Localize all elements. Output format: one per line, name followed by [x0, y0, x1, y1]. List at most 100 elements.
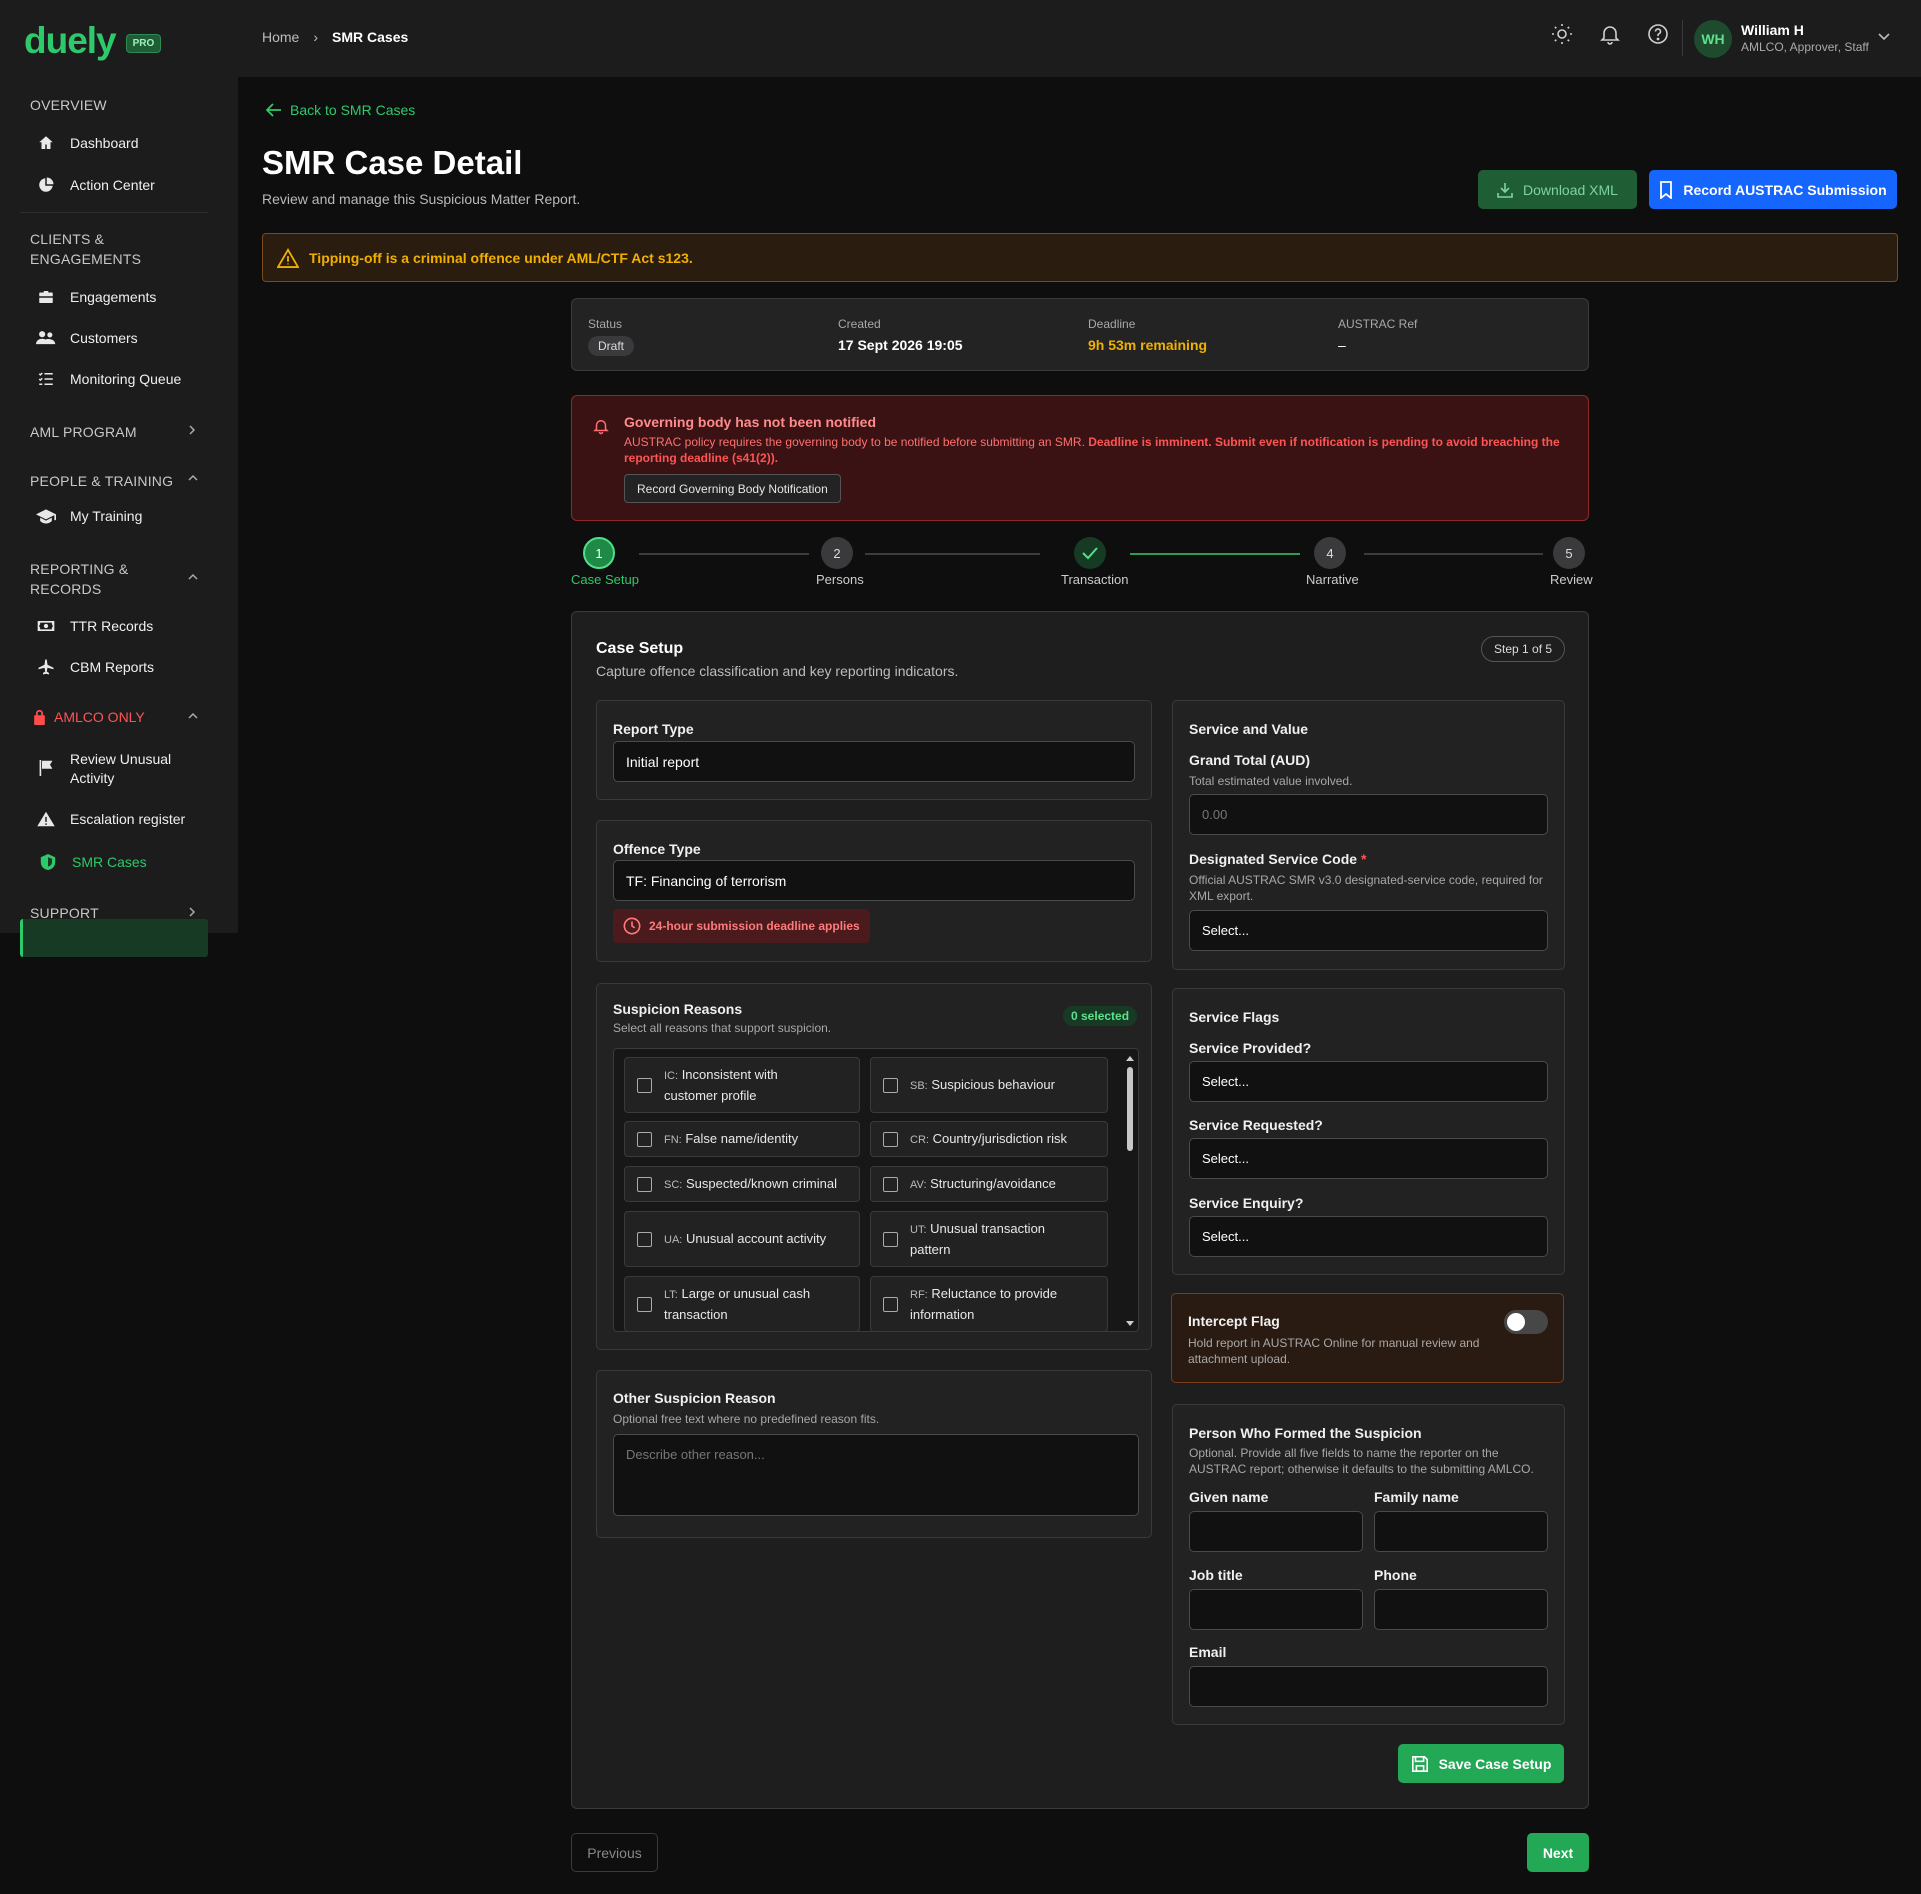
job-title-input[interactable]: [1189, 1589, 1363, 1630]
user-name[interactable]: William H: [1741, 22, 1804, 38]
record-austrac-submission-button[interactable]: Record AUSTRAC Submission: [1649, 170, 1897, 209]
step-2-circle[interactable]: 2: [821, 537, 853, 569]
reason-option-ua[interactable]: UA: Unusual account activity: [624, 1211, 860, 1267]
reason-option-ic[interactable]: IC: Inconsistent with customer profile: [624, 1057, 860, 1113]
field-label: Service Requested?: [1189, 1117, 1323, 1133]
grand-total-input[interactable]: 0.00: [1189, 794, 1548, 835]
person-panel: Person Who Formed the Suspicion Optional…: [1172, 1404, 1565, 1725]
checkbox[interactable]: [883, 1296, 898, 1312]
chevron-down-icon[interactable]: [1876, 28, 1892, 44]
chevron-right-icon[interactable]: [187, 424, 197, 436]
reasons-list[interactable]: IC: Inconsistent with customer profile SB…: [613, 1048, 1139, 1332]
other-reason-textarea[interactable]: Describe other reason...: [613, 1434, 1139, 1516]
sidebar-item-smr-cases-content[interactable]: SMR Cases: [38, 852, 147, 872]
record-notification-button[interactable]: Record Governing Body Notification: [624, 474, 841, 503]
alert-title: Governing body has not been notified: [624, 414, 877, 430]
email-input[interactable]: [1189, 1666, 1548, 1707]
previous-button[interactable]: Previous: [571, 1833, 658, 1872]
reason-option-rf[interactable]: RF: Reluctance to provide information: [870, 1276, 1108, 1331]
next-button[interactable]: Next: [1527, 1833, 1589, 1872]
sidebar-item-engagements[interactable]: Engagements: [36, 287, 156, 307]
checkbox[interactable]: [883, 1231, 898, 1247]
checkbox[interactable]: [883, 1077, 898, 1093]
sidebar-item-label: Engagements: [70, 289, 157, 305]
service-enquiry-select[interactable]: Select...: [1189, 1216, 1548, 1257]
service-value-panel: Service and Value Grand Total (AUD) Tota…: [1172, 700, 1565, 970]
section-people-training[interactable]: PEOPLE & TRAINING: [30, 471, 173, 491]
logo-text: duely: [24, 20, 117, 61]
reason-option-sb[interactable]: SB: Suspicious behaviour: [870, 1057, 1108, 1113]
scrollbar-graphic[interactable]: [1124, 1053, 1136, 1329]
step-4-circle[interactable]: 4: [1314, 537, 1346, 569]
sun-icon[interactable]: [1550, 22, 1574, 46]
sidebar-item-smr-cases[interactable]: [20, 919, 208, 957]
checkbox[interactable]: [883, 1131, 898, 1147]
step-5-circle[interactable]: 5: [1553, 537, 1585, 569]
service-requested-select[interactable]: Select...: [1189, 1138, 1548, 1179]
sidebar-item-escalation-register[interactable]: Escalation register: [36, 809, 185, 829]
sidebar-label-line: Review Unusual: [70, 751, 172, 767]
section-support[interactable]: SUPPORT: [30, 903, 99, 923]
download-icon: [1497, 182, 1513, 198]
section-reporting-records[interactable]: REPORTING & RECORDS: [30, 559, 128, 599]
reason-option-lt[interactable]: LT: Large or unusual cash transaction: [624, 1276, 860, 1331]
chevron-right-icon[interactable]: [187, 906, 197, 918]
sidebar-item-customers[interactable]: Customers: [36, 328, 138, 348]
checkbox[interactable]: [637, 1231, 652, 1247]
section-label-line: CLIENTS &: [30, 231, 105, 247]
sidebar-item-ttr-records[interactable]: TTR Records: [36, 616, 153, 636]
save-case-setup-button[interactable]: Save Case Setup: [1398, 1744, 1564, 1783]
phone-input[interactable]: [1374, 1589, 1548, 1630]
reason-text: Suspicious behaviour: [931, 1076, 1055, 1092]
governance-alert: Governing body has not been notified AUS…: [571, 395, 1589, 521]
service-provided-select[interactable]: Select...: [1189, 1061, 1548, 1102]
checkbox[interactable]: [637, 1131, 652, 1147]
other-reason-panel: Other Suspicion Reason Optional free tex…: [596, 1370, 1152, 1538]
step-1-circle[interactable]: 1: [583, 537, 615, 569]
bell-icon[interactable]: [1598, 22, 1622, 46]
checkbox[interactable]: [637, 1077, 652, 1093]
help-icon[interactable]: [1646, 22, 1670, 46]
checkbox[interactable]: [637, 1296, 652, 1312]
sidebar-item-cbm-reports[interactable]: CBM Reports: [36, 657, 154, 677]
download-xml-button[interactable]: Download XML: [1478, 170, 1637, 209]
checkbox[interactable]: [637, 1176, 652, 1192]
meta-value: 9h 53m remaining: [1088, 337, 1208, 353]
sidebar-item-my-training[interactable]: My Training: [36, 506, 142, 526]
sidebar-item-dashboard[interactable]: Dashboard: [36, 133, 139, 153]
section-aml-program[interactable]: AML PROGRAM: [30, 422, 137, 442]
scrollbar[interactable]: [1124, 1053, 1136, 1329]
reason-option-av[interactable]: AV: Structuring/avoidance: [870, 1166, 1108, 1202]
chevron-up-icon[interactable]: [187, 572, 199, 582]
report-type-select[interactable]: Initial report: [613, 741, 1135, 782]
warning-icon: [277, 247, 299, 268]
logo[interactable]: duely PRO: [24, 20, 162, 62]
pro-badge: PRO: [125, 33, 162, 53]
back-link[interactable]: Back to SMR Cases: [266, 102, 415, 118]
sidebar-item-review-unusual-activity[interactable]: Review Unusual Activity: [36, 750, 171, 788]
avatar[interactable]: WH: [1694, 20, 1732, 58]
reason-option-ut[interactable]: UT: Unusual transaction pattern: [870, 1211, 1108, 1267]
given-name-input[interactable]: [1189, 1511, 1363, 1552]
sidebar-item-action-center[interactable]: Action Center: [36, 175, 155, 195]
family-name-input[interactable]: [1374, 1511, 1548, 1552]
reason-option-cr[interactable]: CR: Country/jurisdiction risk: [870, 1121, 1108, 1157]
intercept-toggle[interactable]: [1504, 1310, 1548, 1334]
sidebar-item-label: TTR Records: [70, 618, 154, 634]
reason-option-fn[interactable]: FN: False name/identity: [624, 1121, 860, 1157]
breadcrumb-home[interactable]: Home: [262, 29, 299, 45]
section-amlco-only[interactable]: AMLCO ONLY: [32, 707, 145, 727]
sidebar-item-monitoring-queue[interactable]: Monitoring Queue: [36, 369, 181, 389]
chevron-up-icon[interactable]: [187, 711, 199, 721]
checkbox[interactable]: [883, 1176, 898, 1192]
step-3-circle[interactable]: [1074, 537, 1106, 569]
field-label-text: Designated Service Code: [1189, 851, 1358, 867]
section-label: AMLCO ONLY: [54, 709, 145, 725]
reason-option-sc[interactable]: SC: Suspected/known criminal: [624, 1166, 860, 1202]
money-bill-icon: [36, 616, 56, 636]
service-code-select[interactable]: Select...: [1189, 910, 1548, 951]
chevron-up-icon[interactable]: [187, 473, 199, 483]
graduation-cap-icon: [36, 506, 56, 526]
field-hint: Select all reasons that support suspicio…: [613, 1021, 832, 1035]
offence-type-select[interactable]: TF: Financing of terrorism: [613, 860, 1135, 901]
